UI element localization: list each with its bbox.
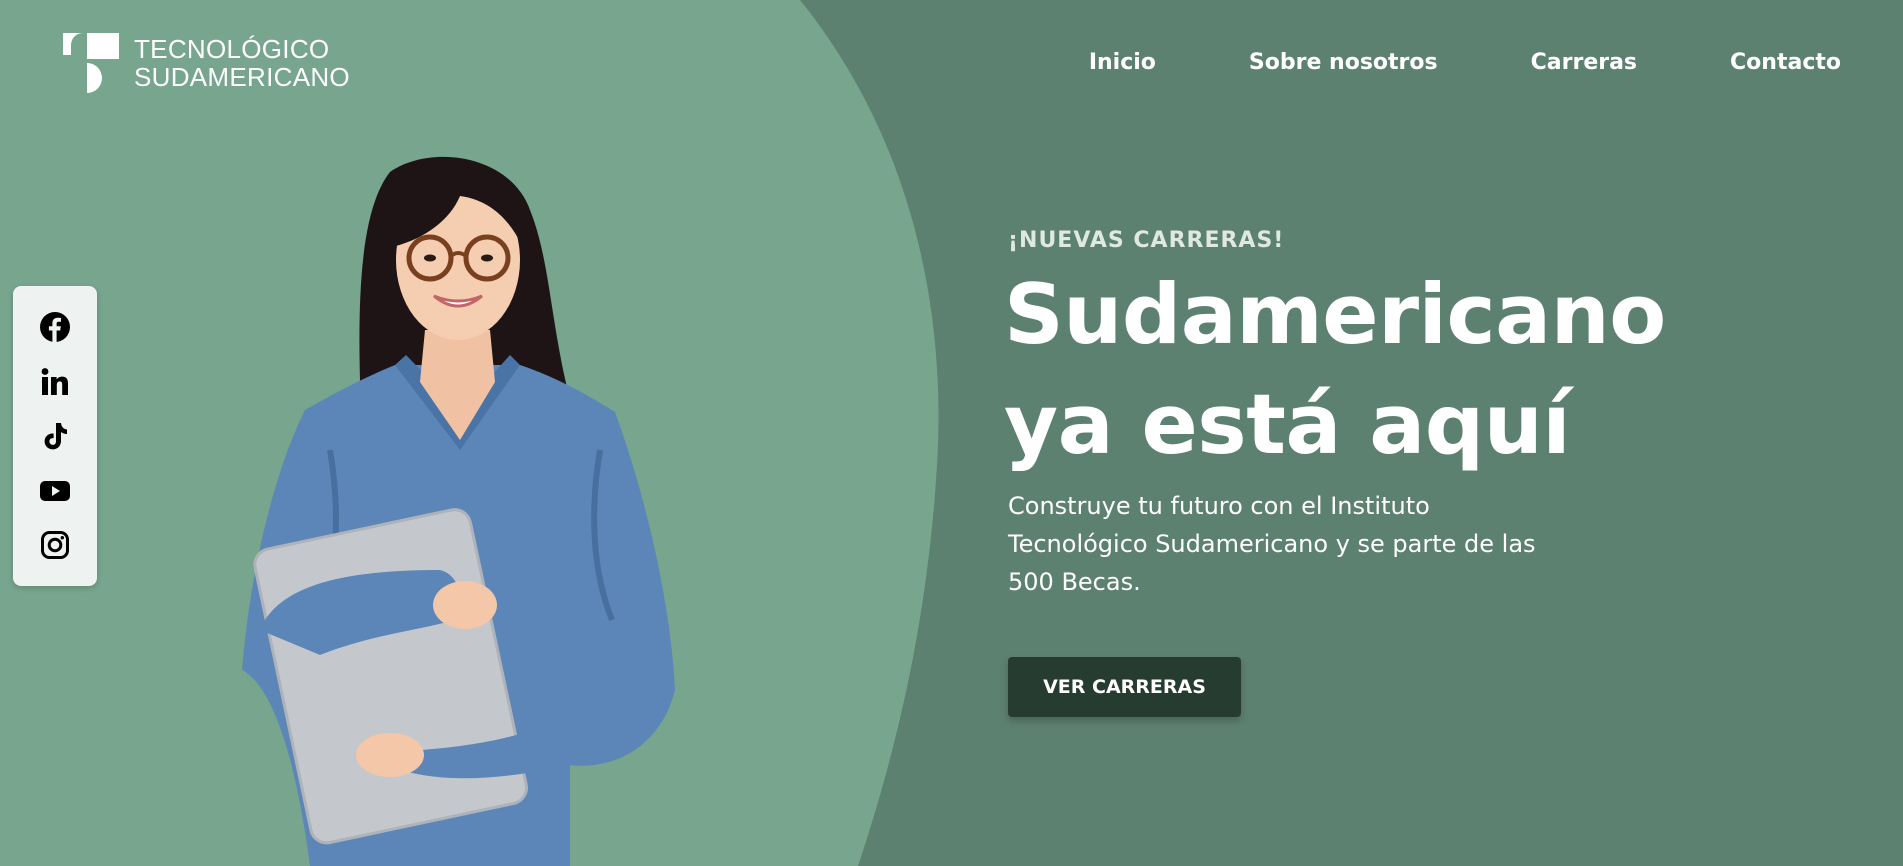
student-image xyxy=(242,156,675,866)
hero-eyebrow: ¡NUEVAS CARRERAS! xyxy=(1008,228,1285,253)
brand-name-line2: SUDAMERICANO xyxy=(134,62,350,92)
nav-item-sobre-nosotros[interactable]: Sobre nosotros xyxy=(1249,50,1438,75)
nav-item-inicio[interactable]: Inicio xyxy=(1089,50,1156,75)
facebook-icon[interactable] xyxy=(38,310,72,344)
ver-carreras-button[interactable]: VER CARRERAS xyxy=(1008,657,1241,717)
main-nav: Inicio Sobre nosotros Carreras Contacto xyxy=(1089,50,1841,75)
brand-name: TECNOLÓGICO SUDAMERICANO xyxy=(134,35,350,91)
hero-description: Construye tu futuro con el Instituto Tec… xyxy=(1008,492,1536,596)
instagram-icon[interactable] xyxy=(38,528,72,562)
tiktok-icon[interactable] xyxy=(38,419,72,453)
youtube-icon[interactable] xyxy=(38,474,72,508)
hero-headline-line1: Sudamericano xyxy=(1004,266,1666,363)
brand-name-line1: TECNOLÓGICO xyxy=(134,34,330,64)
brand-logo[interactable]: TECNOLÓGICO SUDAMERICANO xyxy=(63,31,350,95)
brand-logo-mark-icon xyxy=(63,33,119,93)
nav-item-carreras[interactable]: Carreras xyxy=(1531,50,1637,75)
social-sidebar xyxy=(13,286,97,586)
nav-item-contacto[interactable]: Contacto xyxy=(1730,50,1841,75)
linkedin-icon[interactable] xyxy=(38,365,72,399)
hero-headline-line2: ya está aquí xyxy=(1004,376,1571,473)
hero-headline: Sudamericano ya está aquí xyxy=(1004,260,1666,480)
